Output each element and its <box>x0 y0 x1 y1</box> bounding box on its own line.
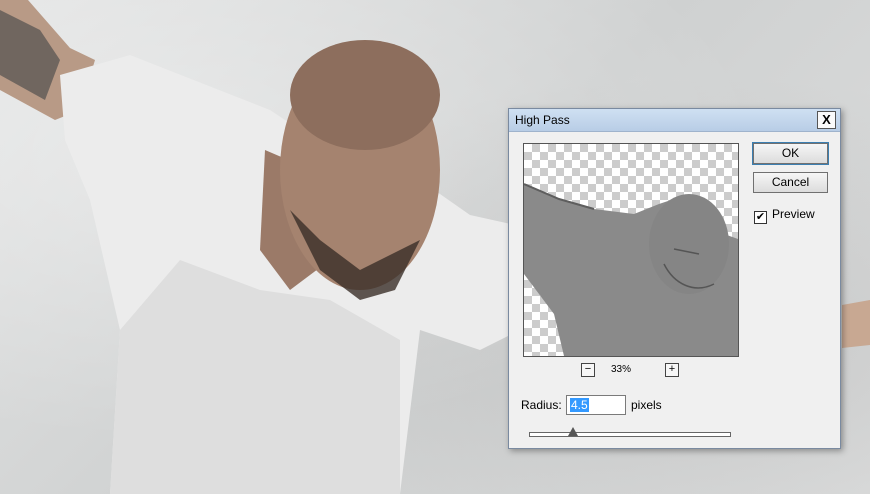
radius-label: Radius: <box>521 398 562 412</box>
dialog-title: High Pass <box>515 113 570 127</box>
preview-checkbox[interactable]: ✔ Preview <box>754 207 815 224</box>
preview-image <box>524 183 738 356</box>
checkbox-icon[interactable]: ✔ <box>754 211 767 224</box>
zoom-out-button[interactable]: − <box>581 363 595 377</box>
cancel-button[interactable]: Cancel <box>753 172 828 193</box>
close-button[interactable]: X <box>817 111 836 129</box>
preview-label: Preview <box>772 207 815 221</box>
radius-unit: pixels <box>631 398 662 412</box>
dialog-titlebar[interactable]: High Pass X <box>509 109 840 132</box>
zoom-controls: − 33% + <box>581 363 681 377</box>
zoom-level: 33% <box>611 364 632 375</box>
filter-preview[interactable] <box>523 143 739 357</box>
radius-value: 4.5 <box>570 398 589 412</box>
ok-button[interactable]: OK <box>752 142 829 165</box>
radius-slider-thumb[interactable] <box>568 427 579 436</box>
zoom-in-button[interactable]: + <box>665 363 679 377</box>
radius-slider-track[interactable] <box>529 432 731 437</box>
radius-input[interactable]: 4.5 <box>566 395 626 415</box>
high-pass-dialog: High Pass X − 33% + OK Cancel ✔ Preview R… <box>508 108 841 449</box>
